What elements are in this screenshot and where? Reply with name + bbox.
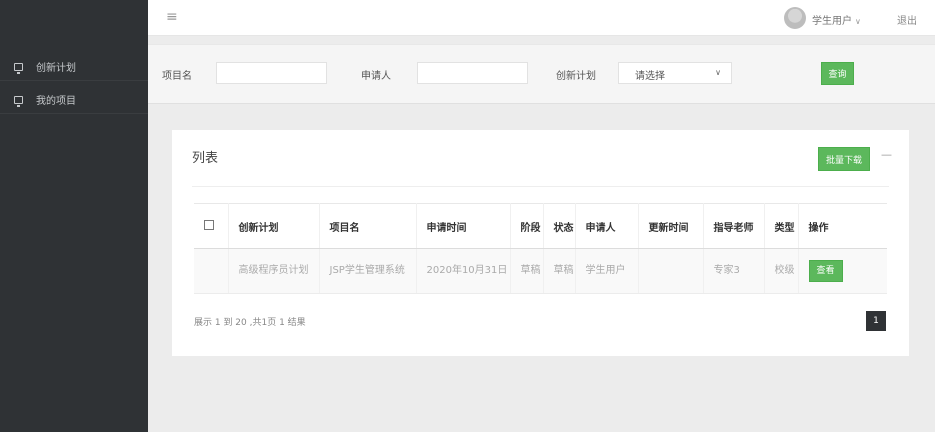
innovation-plan-select[interactable]: 请选择 ∨ <box>618 62 732 84</box>
avatar[interactable] <box>784 7 806 29</box>
innovation-plan-label: 创新计划 <box>556 71 596 82</box>
user-menu[interactable]: 学生用户 ∨ <box>812 12 861 27</box>
panel-title: 列表 <box>192 151 219 166</box>
menu-icon[interactable]: ≡ <box>166 10 178 24</box>
batch-download-button[interactable]: 批量下载 <box>818 147 870 171</box>
project-name-input[interactable] <box>216 62 327 84</box>
sidebar-header <box>0 0 148 36</box>
select-all-cell <box>194 203 229 249</box>
sidebar-item-label: 创新计划 <box>36 63 76 74</box>
query-button[interactable]: 查询 <box>821 62 854 85</box>
filter-bar: 项目名 申请人 创新计划 请选择 ∨ 查询 <box>148 44 935 104</box>
column-header: 类型 <box>764 203 799 249</box>
project-table: 创新计划 项目名 申请时间 阶段 状态 申请人 更新时间 指导老师 类型 操作 … <box>194 203 887 294</box>
top-bar: ≡ 学生用户 ∨ 退出 <box>148 0 935 36</box>
cell-plan: 高级程序员计划 <box>228 248 320 294</box>
page-button-1[interactable]: 1 <box>866 311 886 331</box>
cell-project: JSP学生管理系统 <box>319 248 417 294</box>
sidebar-item-label: 我的项目 <box>36 96 76 107</box>
column-header: 项目名 <box>319 203 417 249</box>
collapse-icon[interactable]: — <box>881 148 892 161</box>
select-value: 请选择 <box>635 71 665 82</box>
panel-divider <box>192 186 889 187</box>
cell-apply-time: 2020年10月31日 <box>416 248 511 294</box>
pagination-summary: 展示 1 到 20 ,共1页 1 结果 <box>194 318 306 328</box>
applicant-input[interactable] <box>417 62 528 84</box>
monitor-icon <box>14 62 23 74</box>
sidebar-item-innovation-plan[interactable]: 创新计划 <box>0 53 148 81</box>
cell-teacher: 专家3 <box>703 248 765 294</box>
cell-applicant: 学生用户 <box>575 248 639 294</box>
applicant-label: 申请人 <box>361 71 391 82</box>
column-header: 申请人 <box>575 203 639 249</box>
project-name-label: 项目名 <box>162 71 192 82</box>
row-select-cell <box>194 248 229 294</box>
table-header-row: 创新计划 项目名 申请时间 阶段 状态 申请人 更新时间 指导老师 类型 操作 <box>194 203 887 249</box>
column-header: 指导老师 <box>703 203 765 249</box>
cell-action: 查看 <box>798 248 887 294</box>
monitor-icon <box>14 95 23 107</box>
chevron-down-icon: ∨ <box>855 17 861 26</box>
list-panel: 列表 批量下载 — 创新计划 项目名 申请时间 阶段 状态 申请人 更新时间 指… <box>172 130 909 356</box>
column-header: 阶段 <box>510 203 544 249</box>
column-header: 创新计划 <box>228 203 320 249</box>
cell-status: 草稿 <box>543 248 576 294</box>
cell-update-time <box>638 248 704 294</box>
sidebar-item-my-projects[interactable]: 我的项目 <box>0 86 148 114</box>
logout-link[interactable]: 退出 <box>897 12 917 27</box>
column-header: 状态 <box>543 203 576 249</box>
table-row: 高级程序员计划 JSP学生管理系统 2020年10月31日 草稿 草稿 学生用户… <box>194 248 887 294</box>
view-button[interactable]: 查看 <box>808 260 843 282</box>
chevron-down-icon: ∨ <box>715 68 721 77</box>
cell-stage: 草稿 <box>510 248 544 294</box>
cell-type: 校级 <box>764 248 799 294</box>
column-header: 申请时间 <box>416 203 511 249</box>
select-all-checkbox[interactable] <box>204 219 214 230</box>
user-name: 学生用户 <box>812 16 852 27</box>
sidebar: 创新计划 我的项目 <box>0 0 148 432</box>
column-header: 更新时间 <box>638 203 704 249</box>
column-header: 操作 <box>798 203 887 249</box>
